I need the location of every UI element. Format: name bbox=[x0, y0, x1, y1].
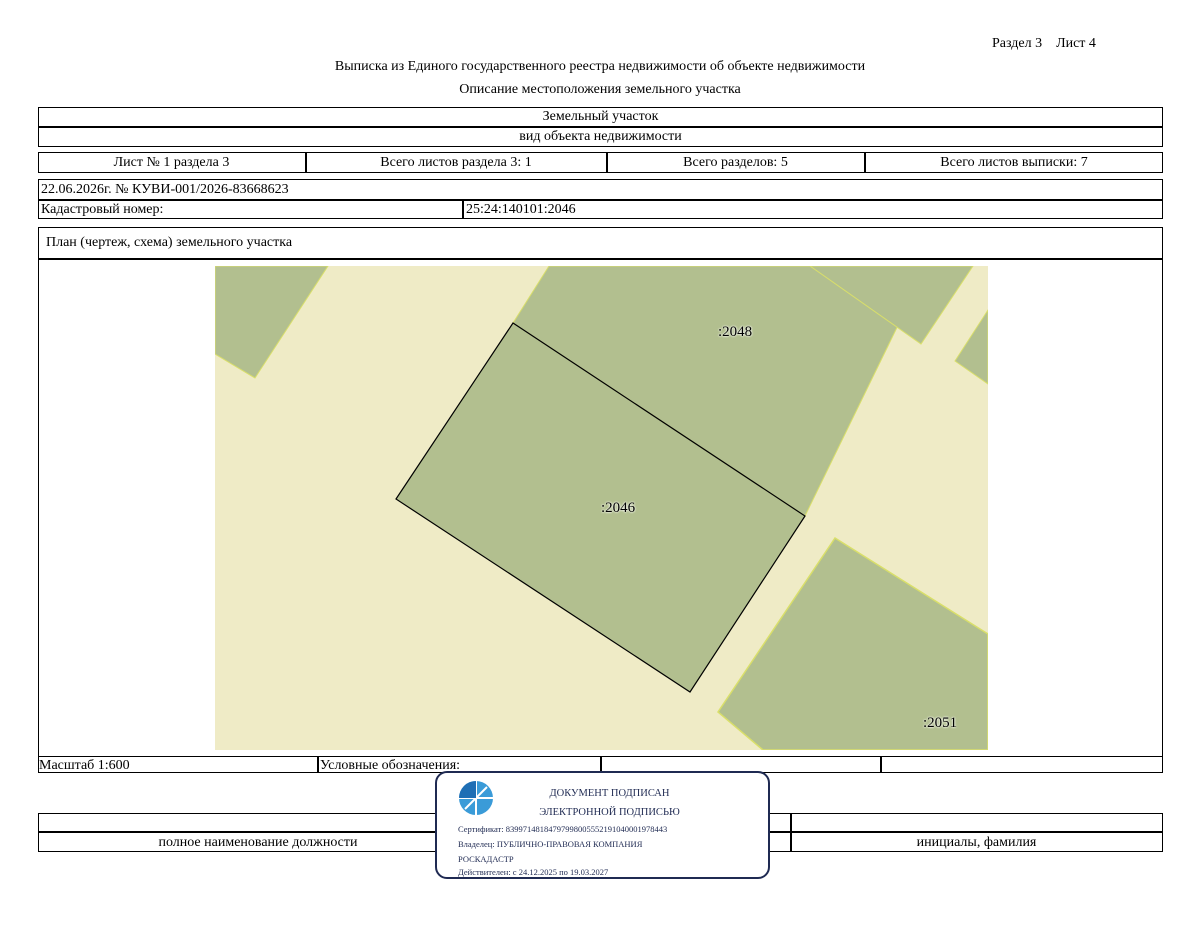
parcel-2051-label: :2051 bbox=[923, 715, 958, 731]
document-title: Выписка из Единого государственного реес… bbox=[334, 59, 866, 74]
stamp-owner-2: РОСКАДАСТР bbox=[458, 854, 514, 864]
plan-title: План (чертеж, схема) земельного участка bbox=[46, 235, 293, 250]
document-subtitle: Описание местоположения земельного участ… bbox=[459, 82, 741, 97]
stamp-certificate: Сертификат: 8399714818479799800555219104… bbox=[458, 824, 668, 834]
position-caption: полное наименование должности bbox=[158, 835, 358, 850]
total-extract-sheets: Всего листов выписки: 7 bbox=[940, 155, 1088, 170]
stamp-valid: Действителен: с 24.12.2025 по 19.03.2027 bbox=[458, 867, 609, 877]
legend-label: Условные обозначения: bbox=[320, 758, 461, 773]
parcel-2048-label: :2048 bbox=[718, 324, 753, 340]
record-date-number: 22.06.2026г. № КУВИ-001/2026-83668623 bbox=[41, 182, 289, 197]
total-sections: Всего разделов: 5 bbox=[683, 155, 788, 170]
scale-label: Масштаб 1:600 bbox=[39, 758, 130, 773]
electronic-signature-stamp: ДОКУМЕНТ ПОДПИСАН ЭЛЕКТРОННОЙ ПОДПИСЬЮ С… bbox=[435, 771, 770, 879]
object-type-caption: вид объекта недвижимости bbox=[519, 129, 682, 144]
name-caption: инициалы, фамилия bbox=[916, 835, 1037, 850]
parcel-2046-label: :2046 bbox=[601, 500, 636, 516]
cadastral-map: :2048 :2046 :2051 bbox=[215, 266, 988, 750]
sheet-number: Лист № 1 раздела 3 bbox=[113, 155, 230, 170]
cadastral-number: 25:24:140101:2046 bbox=[466, 202, 576, 217]
object-type: Земельный участок bbox=[542, 109, 659, 124]
section-sheet-label: Раздел 3 Лист 4 bbox=[992, 36, 1096, 51]
stamp-line-2: ЭЛЕКТРОННОЙ ПОДПИСЬЮ bbox=[539, 807, 680, 818]
total-section-sheets: Всего листов раздела 3: 1 bbox=[380, 155, 532, 170]
cadastral-label: Кадастровый номер: bbox=[41, 202, 164, 217]
stamp-line-1: ДОКУМЕНТ ПОДПИСАН bbox=[549, 788, 670, 799]
stamp-owner-1: Владелец: ПУБЛИЧНО-ПРАВОВАЯ КОМПАНИЯ bbox=[458, 839, 643, 849]
